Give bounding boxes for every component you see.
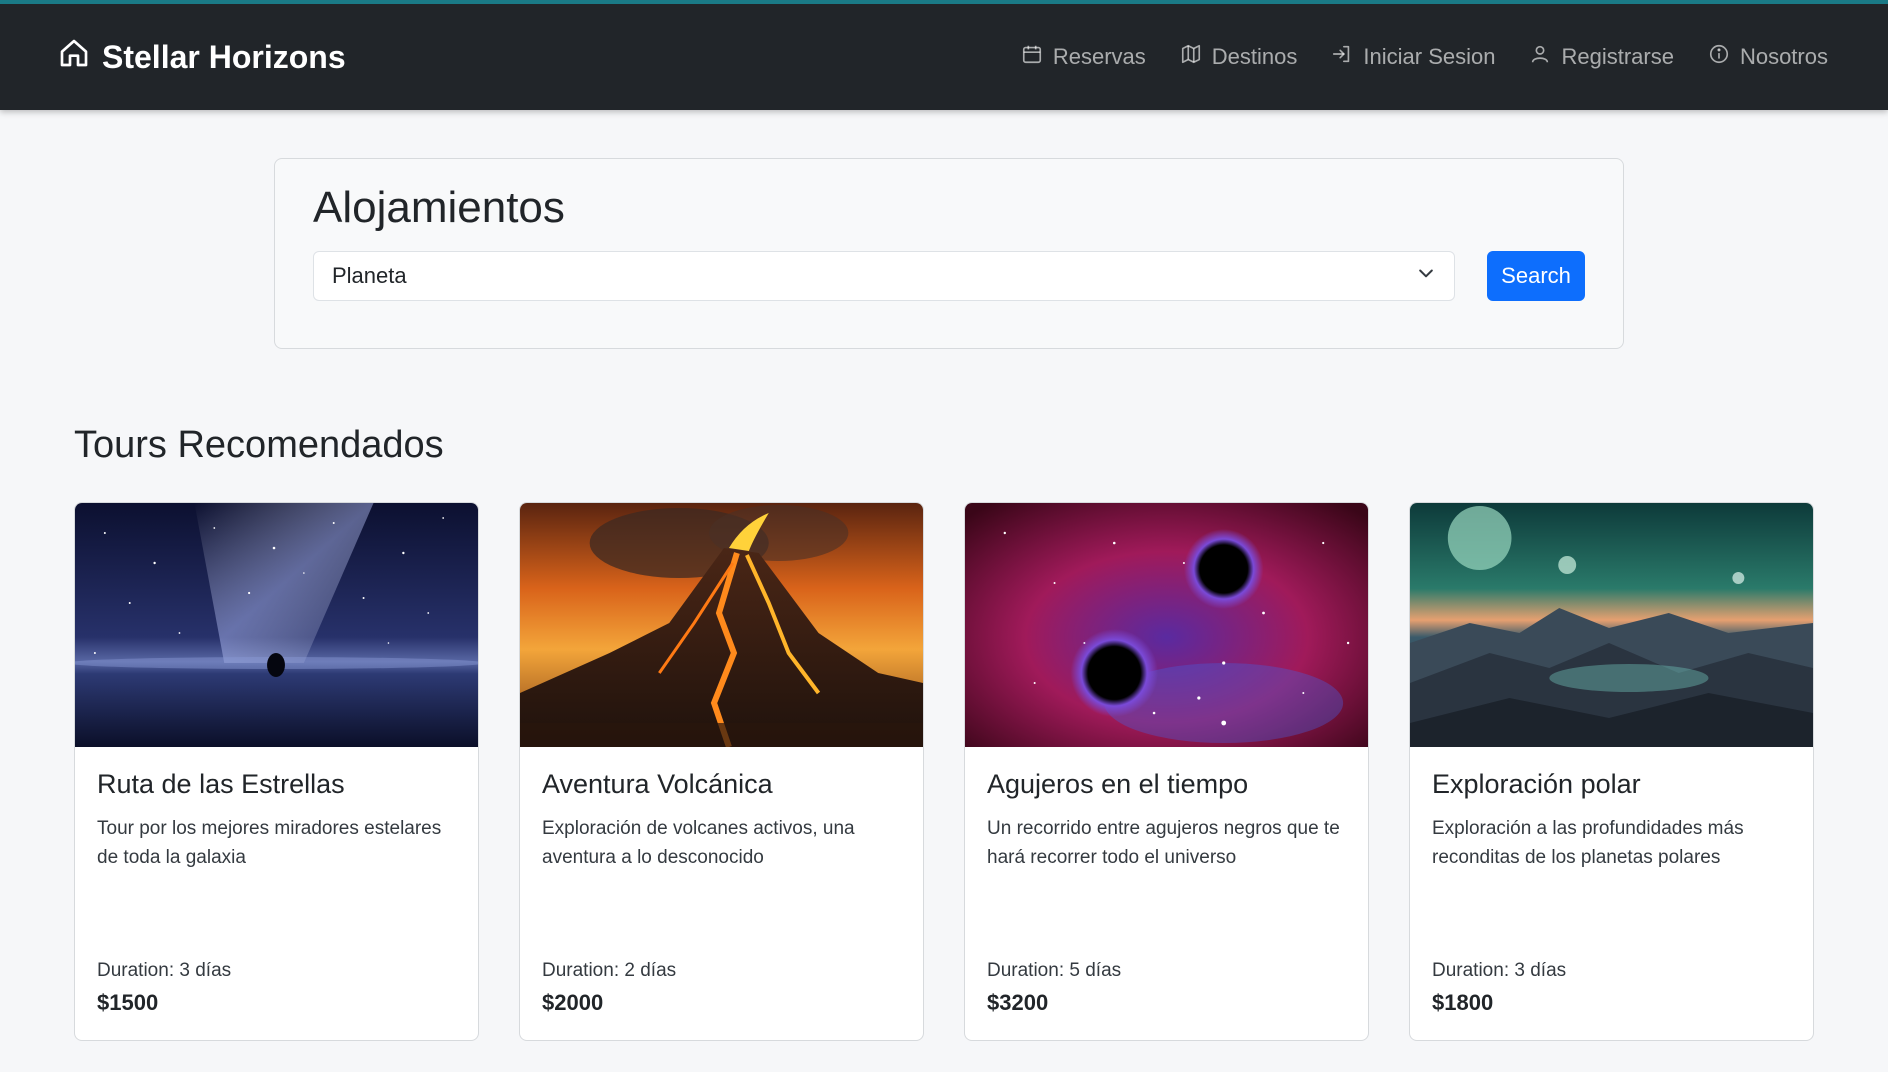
tour-duration: Duration: 3 días bbox=[97, 960, 232, 981]
user-icon bbox=[1529, 43, 1551, 71]
home-icon bbox=[58, 37, 90, 77]
search-button[interactable]: Search bbox=[1487, 251, 1585, 301]
tour-title: Exploración polar bbox=[1432, 769, 1641, 799]
nav-item-reservas[interactable]: Reservas bbox=[1021, 43, 1146, 71]
login-icon bbox=[1331, 43, 1353, 71]
tour-description: Tour por los mejores miradores estelares… bbox=[97, 818, 442, 868]
nav-item-nosotros[interactable]: Nosotros bbox=[1708, 43, 1828, 71]
tour-title: Ruta de las Estrellas bbox=[97, 769, 345, 799]
navbar: Stellar Horizons Reservas Destinos Inici… bbox=[0, 0, 1888, 110]
black-holes-nebula-image bbox=[965, 503, 1368, 747]
nav-item-label: Destinos bbox=[1211, 44, 1298, 69]
tour-price: $3200 bbox=[987, 990, 1049, 1015]
planet-select[interactable]: Planeta bbox=[313, 251, 1456, 301]
tour-title: Agujeros en el tiempo bbox=[987, 769, 1249, 799]
tour-card[interactable]: Agujeros en el tiempo Un recorrido entre… bbox=[964, 502, 1369, 1041]
map-icon bbox=[1180, 43, 1202, 71]
nav-item-label: Registrarse bbox=[1561, 44, 1674, 69]
tour-price: $1800 bbox=[1432, 990, 1494, 1015]
nav-item-label: Reservas bbox=[1052, 44, 1146, 69]
nav-links: Reservas Destinos Iniciar Sesion Registr… bbox=[1021, 43, 1828, 71]
search-row: Planeta Search bbox=[313, 251, 1585, 301]
tour-title: Aventura Volcánica bbox=[542, 769, 773, 799]
planet-select-value: Planeta bbox=[332, 263, 407, 288]
nav-item-label: Nosotros bbox=[1739, 44, 1828, 69]
nav-item-label: Iniciar Sesion bbox=[1363, 44, 1496, 69]
brand-link[interactable]: Stellar Horizons bbox=[58, 37, 346, 77]
search-title: Alojamientos bbox=[313, 183, 565, 232]
tour-price: $1500 bbox=[97, 990, 159, 1015]
tour-price: $2000 bbox=[542, 990, 604, 1015]
tour-card[interactable]: Aventura Volcánica Exploración de volcan… bbox=[519, 502, 924, 1041]
tour-duration: Duration: 2 días bbox=[542, 960, 677, 981]
nav-item-destinos[interactable]: Destinos bbox=[1180, 43, 1298, 71]
tour-description: Un recorrido entre agujeros negros que t… bbox=[987, 818, 1340, 868]
tours-section-title: Tours Recomendados bbox=[74, 424, 444, 466]
nav-item-registrarse[interactable]: Registrarse bbox=[1529, 43, 1674, 71]
tour-duration: Duration: 5 días bbox=[987, 960, 1122, 981]
calendar-icon bbox=[1021, 43, 1043, 71]
tour-card[interactable]: Exploración polar Exploración a las prof… bbox=[1409, 502, 1814, 1041]
tour-card[interactable]: Ruta de las Estrellas Tour por los mejor… bbox=[74, 502, 479, 1041]
tour-description: Exploración de volcanes activos, una ave… bbox=[542, 818, 855, 868]
tour-description: Exploración a las profundidades más reco… bbox=[1432, 818, 1744, 868]
polar-planet-landscape-image bbox=[1410, 503, 1813, 747]
tour-duration: Duration: 3 días bbox=[1432, 960, 1567, 981]
nav-item-iniciar-sesion[interactable]: Iniciar Sesion bbox=[1331, 43, 1495, 71]
chevron-down-icon bbox=[1416, 263, 1436, 289]
erupting-volcano-image bbox=[520, 503, 923, 747]
accommodation-search-card: Alojamientos Planeta Search bbox=[274, 158, 1624, 349]
starry-night-lake-image bbox=[75, 503, 478, 747]
tour-cards: Ruta de las Estrellas Tour por los mejor… bbox=[74, 502, 1814, 1041]
brand-name: Stellar Horizons bbox=[102, 38, 346, 75]
info-icon bbox=[1708, 43, 1730, 71]
